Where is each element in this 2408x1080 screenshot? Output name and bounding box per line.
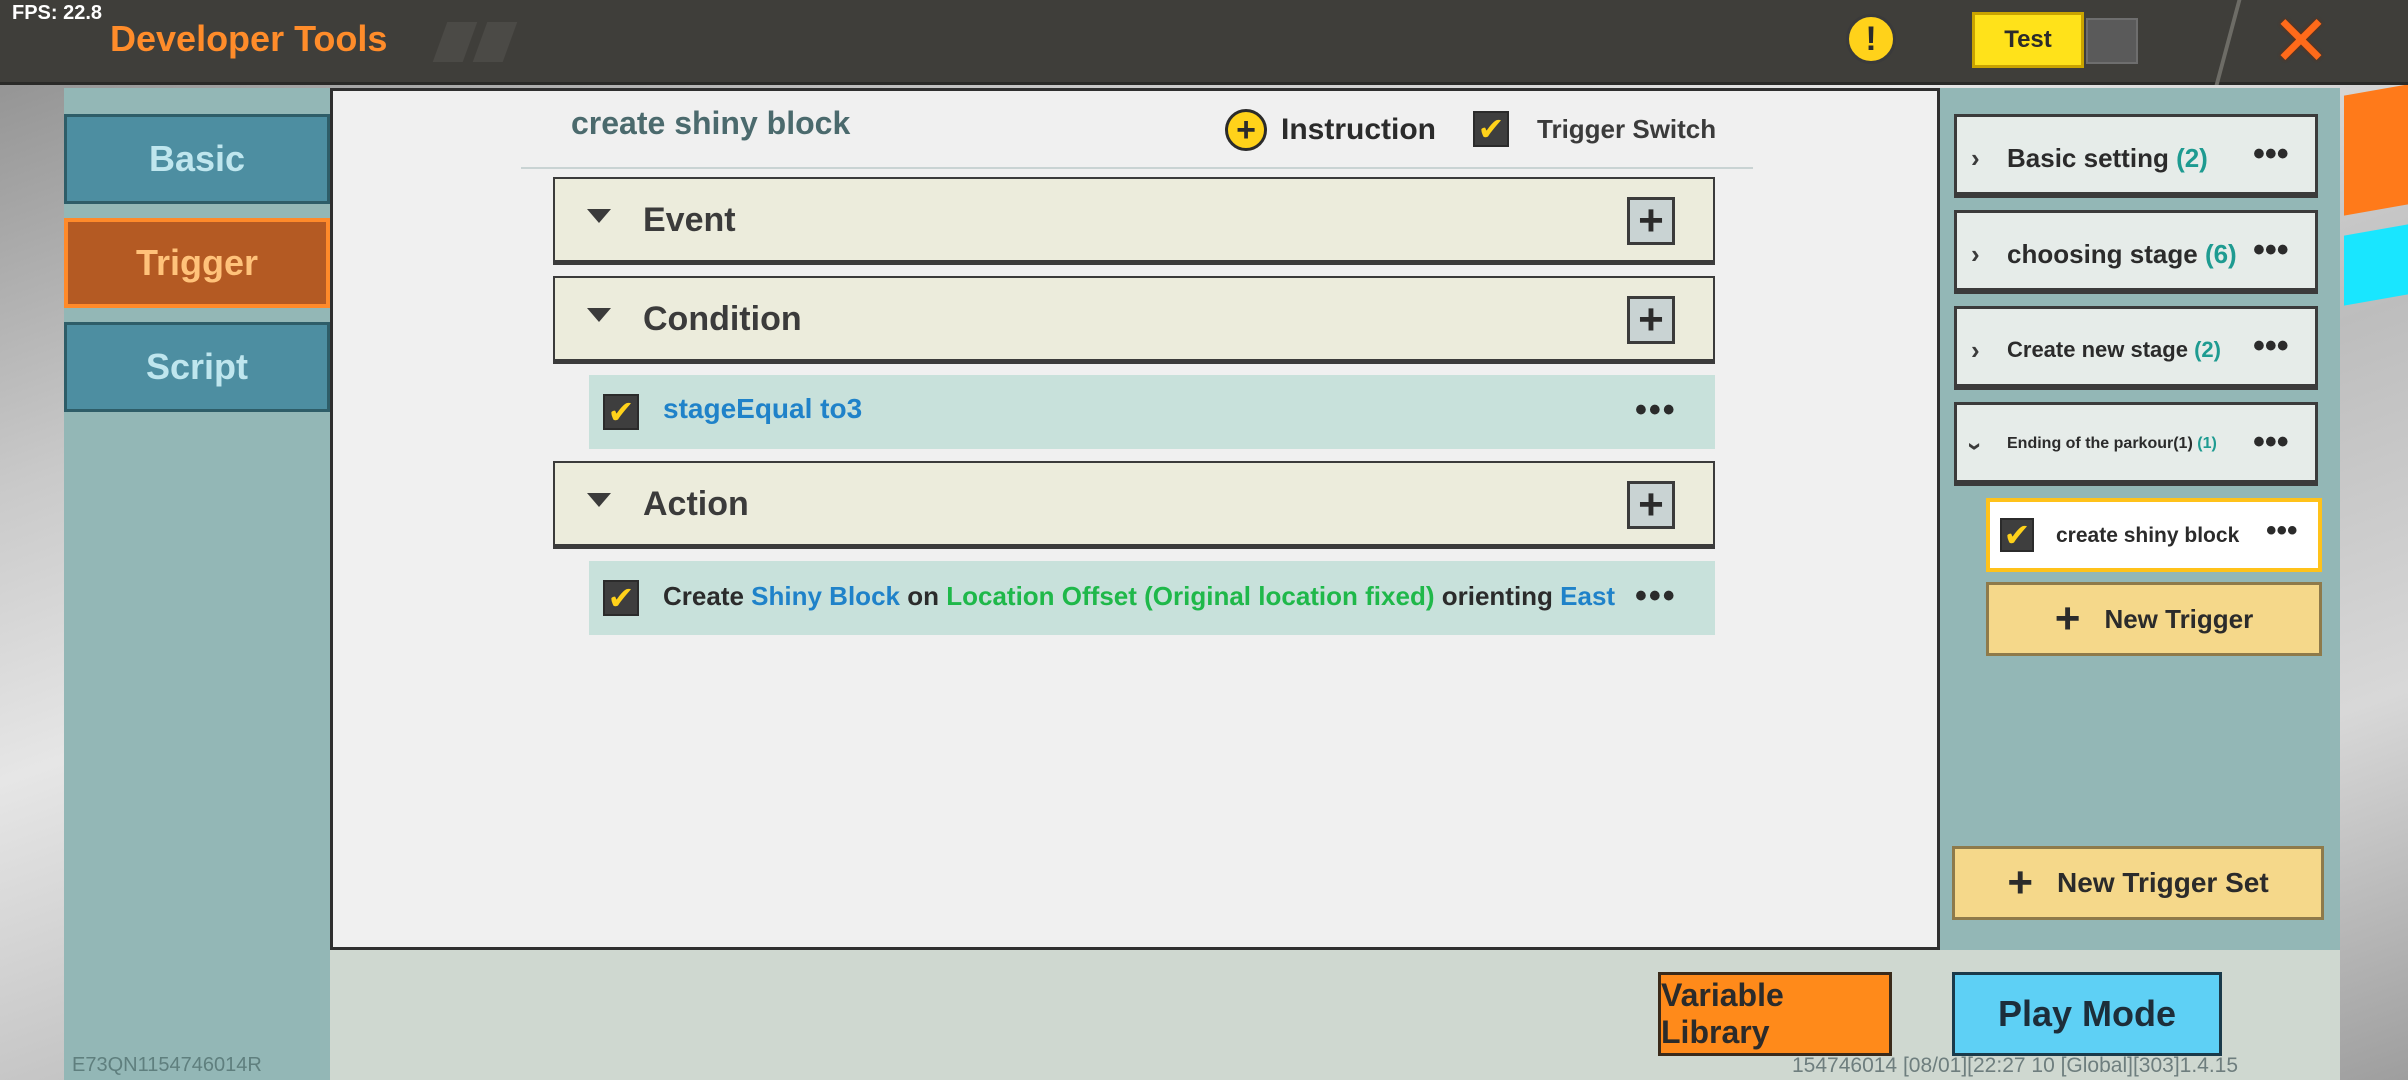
fps-counter: FPS: 22.8: [12, 2, 103, 24]
action-item-text[interactable]: Create Shiny Block on Location Offset (O…: [663, 581, 1615, 612]
test-button[interactable]: Test: [1972, 12, 2084, 68]
condition-section[interactable]: Condition +: [553, 276, 1715, 364]
trigger-switch-checkbox[interactable]: ✔: [1473, 111, 1509, 147]
trigger-set-name: choosing stage (6): [2007, 239, 2237, 269]
new-trigger-button[interactable]: + New Trigger: [1986, 582, 2322, 656]
plus-icon: +: [2007, 858, 2034, 907]
condition-item-text[interactable]: stageEqual to3: [663, 393, 862, 425]
trigger-item-name: create shiny block: [2056, 524, 2240, 547]
instruction-button[interactable]: + Instruction: [1225, 109, 1436, 151]
top-bar: FPS: 22.8 Developer Tools ! Test ✕: [0, 0, 2408, 85]
add-action-button[interactable]: +: [1627, 481, 1675, 529]
trigger-set-item[interactable]: › choosing stage (6) •••: [1954, 210, 2318, 294]
condition-item[interactable]: ✔ stageEqual to3 •••: [589, 375, 1715, 449]
trigger-editor: create shiny block + Instruction ✔ Trigg…: [330, 88, 1940, 950]
test-toggle-slot[interactable]: [2086, 18, 2138, 64]
action-param-block[interactable]: Shiny Block: [751, 581, 900, 611]
more-dots-icon[interactable]: •••: [2253, 135, 2289, 174]
play-mode-button[interactable]: Play Mode: [1952, 972, 2222, 1056]
trigger-set-name: Basic setting (2): [2007, 143, 2208, 173]
action-label: Action: [643, 485, 749, 523]
action-param-direction[interactable]: East: [1560, 581, 1615, 611]
trigger-set-name: Ending of the parkour(1) (1): [2007, 435, 2217, 452]
tab-script[interactable]: Script: [64, 322, 330, 412]
build-info: 154746014 [08/01][22:27 10 [Global][303]…: [1792, 1054, 2239, 1077]
chevron-right-icon[interactable]: ›: [1971, 143, 1980, 174]
trigger-set-name: Create new stage (2): [2007, 337, 2221, 362]
topbar-divider: [2214, 0, 2242, 85]
condition-label: Condition: [643, 300, 802, 338]
action-item[interactable]: ✔ Create Shiny Block on Location Offset …: [589, 561, 1715, 635]
variable-library-button[interactable]: Variable Library: [1658, 972, 1892, 1056]
trigger-set-panel: › Basic setting (2) ••• › choosing stage…: [1940, 88, 2340, 950]
device-id: E73QN1154746014R: [72, 1054, 262, 1076]
world-orange-block: [2344, 84, 2408, 216]
add-condition-button[interactable]: +: [1627, 296, 1675, 344]
title-decoration: [432, 22, 520, 62]
plus-icon: +: [2054, 594, 2081, 643]
instruction-label: Instruction: [1281, 113, 1436, 146]
add-event-button[interactable]: +: [1627, 197, 1675, 245]
collapse-caret-icon[interactable]: [587, 209, 611, 223]
action-section[interactable]: Action +: [553, 461, 1715, 549]
event-label: Event: [643, 201, 736, 239]
collapse-caret-icon[interactable]: [587, 308, 611, 322]
plus-circle-icon: +: [1225, 109, 1267, 151]
action-word-create: Create: [663, 581, 744, 611]
trigger-item-checkbox[interactable]: ✔: [2000, 518, 2034, 552]
action-param-location[interactable]: Location Offset (Original location fixed…: [946, 581, 1434, 611]
more-dots-icon[interactable]: •••: [1635, 391, 1677, 430]
chevron-right-icon[interactable]: ›: [1971, 335, 1980, 366]
editor-header: create shiny block + Instruction ✔ Trigg…: [521, 91, 1753, 169]
chevron-right-icon[interactable]: ›: [1971, 239, 1980, 270]
action-word-on: on: [907, 581, 939, 611]
trigger-list-item-selected[interactable]: ✔ create shiny block •••: [1986, 498, 2322, 572]
warning-icon[interactable]: !: [1846, 14, 1896, 64]
trigger-set-item[interactable]: › Create new stage (2) •••: [1954, 306, 2318, 390]
collapse-caret-icon[interactable]: [587, 493, 611, 507]
trigger-set-item[interactable]: › Ending of the parkour(1) (1) •••: [1954, 402, 2318, 486]
more-dots-icon[interactable]: •••: [2253, 423, 2289, 462]
trigger-set-item[interactable]: › Basic setting (2) •••: [1954, 114, 2318, 198]
sidebar-panel: Basic Trigger Script: [64, 88, 330, 1080]
more-dots-icon[interactable]: •••: [2266, 514, 2298, 548]
action-item-checkbox[interactable]: ✔: [603, 580, 639, 616]
trigger-switch-label: Trigger Switch: [1537, 113, 1717, 144]
test-toggle[interactable]: Test: [1972, 12, 2138, 68]
more-dots-icon[interactable]: •••: [1635, 577, 1677, 616]
chevron-down-icon[interactable]: ›: [1960, 442, 1991, 451]
close-icon[interactable]: ✕: [2266, 6, 2336, 76]
new-trigger-set-button[interactable]: + New Trigger Set: [1952, 846, 2324, 920]
new-trigger-set-label: New Trigger Set: [2057, 867, 2269, 898]
world-cyan-block: [2344, 224, 2408, 306]
trigger-name[interactable]: create shiny block: [571, 105, 850, 142]
app-title: Developer Tools: [110, 18, 388, 59]
new-trigger-label: New Trigger: [2104, 603, 2254, 634]
tab-basic[interactable]: Basic: [64, 114, 330, 204]
more-dots-icon[interactable]: •••: [2253, 231, 2289, 270]
action-word-orienting: orienting: [1441, 581, 1553, 611]
condition-item-checkbox[interactable]: ✔: [603, 394, 639, 430]
trigger-switch[interactable]: ✔ Trigger Switch: [1473, 111, 1716, 147]
more-dots-icon[interactable]: •••: [2253, 327, 2289, 366]
event-section[interactable]: Event +: [553, 177, 1715, 265]
tab-trigger[interactable]: Trigger: [64, 218, 330, 308]
